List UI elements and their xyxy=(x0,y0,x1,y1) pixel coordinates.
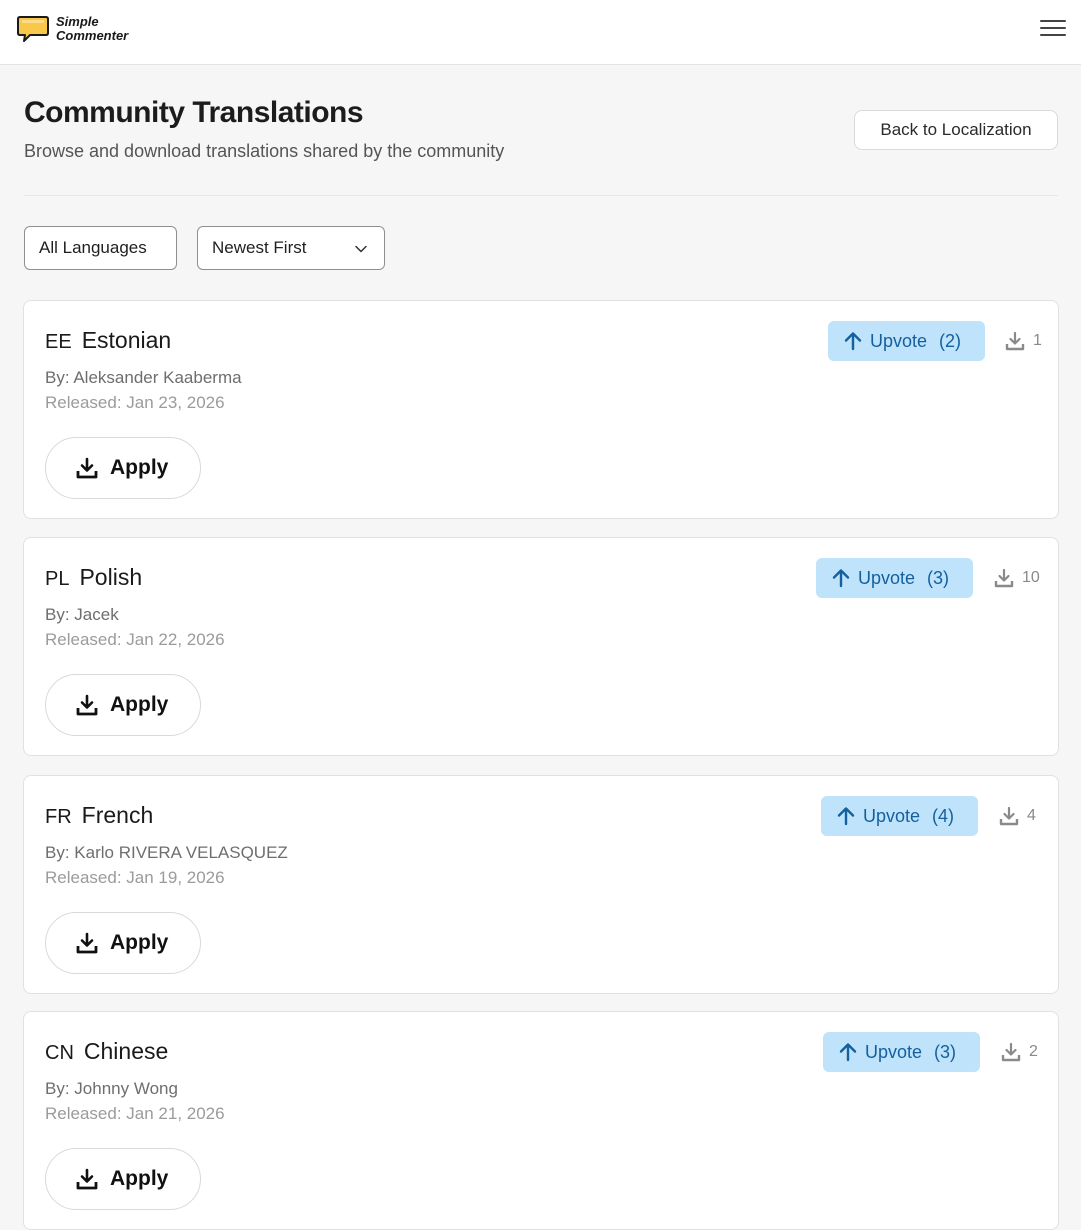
language-heading: PL Polish xyxy=(45,564,142,591)
chat-bubble-icon xyxy=(17,16,49,42)
upvote-label: Upvote xyxy=(865,1041,923,1062)
arrow-up-icon xyxy=(832,569,850,588)
apply-label: Apply xyxy=(110,456,169,479)
apply-label: Apply xyxy=(110,931,169,954)
language-heading: CN Chinese xyxy=(45,1038,168,1065)
sort-select[interactable]: Newest First xyxy=(197,226,385,270)
logo-text: Simple Commenter xyxy=(56,15,128,43)
back-to-localization-button[interactable]: Back to Localization xyxy=(854,110,1058,150)
language-heading: FR French xyxy=(45,802,153,829)
translation-card: FR French By: Karlo RIVERA VELASQUEZ Rel… xyxy=(23,775,1059,994)
upvote-count: (3) xyxy=(927,567,950,588)
arrow-up-icon xyxy=(844,332,862,351)
download-number: 2 xyxy=(1029,1043,1038,1060)
download-count: 1 xyxy=(1005,331,1042,351)
language-code: EE xyxy=(45,331,72,353)
language-code: FR xyxy=(45,806,72,828)
release-date: Released: Jan 23, 2026 xyxy=(45,393,225,412)
download-icon xyxy=(999,806,1019,826)
page-subtitle: Browse and download translations shared … xyxy=(24,141,505,161)
apply-button[interactable]: Apply xyxy=(45,437,201,499)
release-date: Released: Jan 21, 2026 xyxy=(45,1104,225,1123)
language-filter-select[interactable]: All Languages xyxy=(24,226,177,270)
logo-line-1: Simple xyxy=(56,14,99,29)
translation-card: CN Chinese By: Johnny Wong Released: Jan… xyxy=(23,1011,1059,1230)
download-number: 10 xyxy=(1022,569,1040,586)
upvote-button[interactable]: Upvote (2) xyxy=(828,321,985,361)
upvote-count: (3) xyxy=(934,1041,957,1062)
logo-line-2: Commenter xyxy=(56,28,129,43)
release-date: Released: Jan 19, 2026 xyxy=(45,868,225,887)
download-icon xyxy=(76,457,98,479)
divider xyxy=(24,195,1058,196)
language-code: PL xyxy=(45,568,70,590)
translation-card: EE Estonian By: Aleksander Kaaberma Rele… xyxy=(23,300,1059,519)
author-label: By: Karlo RIVERA VELASQUEZ xyxy=(45,843,288,862)
logo[interactable]: Simple Commenter xyxy=(16,14,166,50)
apply-label: Apply xyxy=(110,1167,169,1190)
arrow-up-icon xyxy=(837,807,855,826)
translation-card: PL Polish By: Jacek Released: Jan 22, 20… xyxy=(23,537,1059,756)
upvote-label: Upvote xyxy=(858,567,916,588)
apply-button[interactable]: Apply xyxy=(45,1148,201,1210)
download-icon xyxy=(76,694,98,716)
upvote-button[interactable]: Upvote (3) xyxy=(823,1032,980,1072)
arrow-up-icon xyxy=(839,1043,857,1062)
apply-button[interactable]: Apply xyxy=(45,912,201,974)
apply-button[interactable]: Apply xyxy=(45,674,201,736)
top-bar: Simple Commenter xyxy=(0,0,1081,65)
download-number: 4 xyxy=(1027,807,1036,824)
apply-label: Apply xyxy=(110,693,169,716)
sort-value: Newest First xyxy=(212,238,307,257)
download-count: 2 xyxy=(1001,1042,1038,1062)
release-date: Released: Jan 22, 2026 xyxy=(45,630,225,649)
language-name: Polish xyxy=(79,564,143,590)
language-name: Chinese xyxy=(83,1038,169,1064)
upvote-label: Upvote xyxy=(863,805,921,826)
upvote-label: Upvote xyxy=(870,330,928,351)
download-number: 1 xyxy=(1033,332,1042,349)
upvote-count: (2) xyxy=(939,330,962,351)
language-name: Estonian xyxy=(81,327,172,353)
download-icon xyxy=(76,1168,98,1190)
download-icon xyxy=(1001,1042,1021,1062)
download-count: 4 xyxy=(999,806,1036,826)
download-icon xyxy=(1005,331,1025,351)
hamburger-icon[interactable] xyxy=(1040,20,1066,42)
download-icon xyxy=(994,568,1014,588)
download-count: 10 xyxy=(994,568,1040,588)
author-label: By: Aleksander Kaaberma xyxy=(45,368,242,387)
page-title: Community Translations xyxy=(24,96,364,129)
language-name: French xyxy=(81,802,154,828)
upvote-button[interactable]: Upvote (3) xyxy=(816,558,973,598)
language-code: CN xyxy=(45,1042,74,1064)
upvote-button[interactable]: Upvote (4) xyxy=(821,796,978,836)
language-heading: EE Estonian xyxy=(45,327,171,354)
language-filter-value: All Languages xyxy=(39,238,147,257)
author-label: By: Johnny Wong xyxy=(45,1079,178,1098)
upvote-count: (4) xyxy=(932,805,955,826)
chevron-down-icon xyxy=(355,245,367,253)
author-label: By: Jacek xyxy=(45,605,119,624)
download-icon xyxy=(76,932,98,954)
